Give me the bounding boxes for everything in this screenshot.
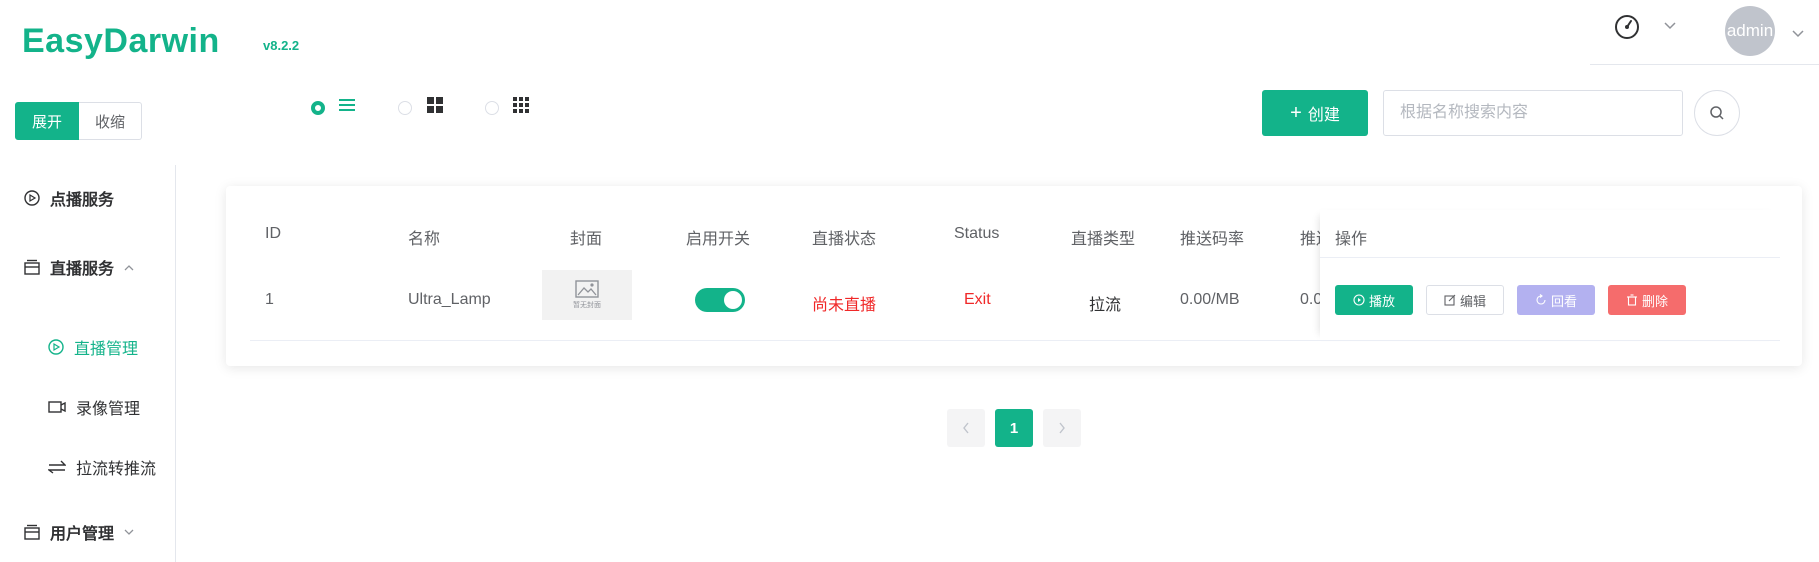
switch-arrows-icon — [48, 460, 66, 474]
sidebar-item-live-management[interactable]: 直播管理 — [48, 335, 138, 359]
avatar[interactable]: admin — [1725, 6, 1775, 56]
column-header-cover: 封面 — [570, 231, 603, 248]
column-header-actions: 操作 — [1335, 231, 1368, 248]
chevron-down-icon — [124, 529, 134, 535]
play-button[interactable]: 播放 — [1335, 285, 1413, 315]
sidebar-item-label: 拉流转推流 — [76, 461, 157, 478]
column-header-enable: 启用开关 — [686, 231, 751, 248]
sidebar-item-label: 直播服务 — [50, 261, 115, 278]
dashboard-gauge-icon[interactable] — [1614, 14, 1640, 40]
create-button-label: 创建 — [1307, 107, 1340, 124]
chevron-right-icon — [1059, 422, 1065, 434]
sidebar-item-recording-management[interactable]: 录像管理 — [48, 395, 140, 419]
list-view-icon[interactable] — [339, 98, 355, 117]
prev-page-button[interactable] — [947, 409, 985, 447]
cell-push-partial: 0.0 — [1300, 291, 1323, 308]
image-placeholder-icon — [575, 280, 599, 298]
chevron-down-icon[interactable] — [1792, 25, 1804, 41]
collapse-button[interactable]: 收缩 — [79, 102, 143, 140]
column-header-live-status: 直播状态 — [812, 231, 877, 248]
view-mode-grid-radio[interactable] — [398, 101, 412, 115]
play-circle-icon — [48, 339, 64, 355]
header-divider — [1320, 257, 1780, 258]
column-header-live-type: 直播类型 — [1071, 231, 1136, 248]
play-circle-icon — [24, 190, 40, 206]
edit-button-label: 编辑 — [1459, 293, 1486, 309]
playback-button[interactable]: 回看 — [1517, 285, 1595, 315]
next-page-button[interactable] — [1043, 409, 1081, 447]
cell-status: Exit — [964, 291, 991, 308]
column-header-id: ID — [265, 225, 281, 242]
cell-name: Ultra_Lamp — [408, 291, 491, 308]
enable-toggle[interactable] — [695, 288, 745, 312]
cell-live-type: 拉流 — [1089, 297, 1122, 314]
app-logo: EasyDarwin — [22, 22, 220, 60]
video-camera-icon — [48, 401, 66, 413]
cell-cover: 暂无封面 — [542, 270, 632, 320]
column-header-bitrate: 推送码率 — [1180, 231, 1245, 248]
view-mode-list-radio[interactable] — [311, 101, 325, 115]
toggle-knob — [724, 291, 742, 309]
folder-icon — [24, 259, 40, 275]
chevron-up-icon — [124, 264, 134, 270]
sidebar-item-label: 用户管理 — [50, 526, 115, 543]
play-button-label: 播放 — [1368, 293, 1395, 309]
sidebar-item-user-management[interactable]: 用户管理 — [24, 520, 134, 544]
cell-id: 1 — [265, 291, 274, 308]
playback-button-label: 回看 — [1550, 293, 1577, 309]
edit-button[interactable]: 编辑 — [1426, 285, 1504, 315]
sidebar-item-live-service[interactable]: 直播服务 — [24, 255, 134, 279]
folder-icon — [24, 524, 40, 540]
cell-live-status: 尚未直播 — [812, 297, 877, 314]
chevron-left-icon — [963, 422, 969, 434]
play-circle-icon — [1353, 294, 1365, 306]
trash-icon — [1626, 294, 1637, 306]
cover-placeholder-text: 暂无封面 — [573, 302, 601, 309]
refresh-icon — [1536, 294, 1546, 305]
column-header-name: 名称 — [408, 231, 441, 248]
app-version: v8.2.2 — [263, 38, 300, 53]
sidebar-item-pull-to-push[interactable]: 拉流转推流 — [48, 455, 156, 479]
expand-button[interactable]: 展开 — [15, 102, 80, 140]
chevron-down-icon[interactable] — [1664, 17, 1676, 33]
cell-bitrate: 0.00/MB — [1180, 291, 1240, 308]
view-mode-dense-grid-radio[interactable] — [485, 101, 499, 115]
page-number-current[interactable]: 1 — [995, 409, 1033, 447]
expand-collapse-group: 展开 收缩 — [15, 102, 143, 140]
plus-icon: + — [1290, 102, 1302, 124]
sidebar-item-label: 直播管理 — [74, 341, 139, 358]
search-button[interactable] — [1694, 90, 1740, 136]
table-row-divider — [250, 340, 1780, 341]
search-icon — [1710, 106, 1724, 120]
dense-grid-view-icon[interactable] — [513, 97, 529, 118]
delete-button[interactable]: 删除 — [1608, 285, 1686, 315]
actions-fixed-column — [1320, 210, 1782, 340]
column-header-status: Status — [954, 225, 1000, 242]
header-divider — [1590, 64, 1819, 65]
create-button[interactable]: + 创建 — [1262, 90, 1368, 136]
sidebar-item-vod-service[interactable]: 点播服务 — [24, 186, 114, 210]
delete-button-label: 删除 — [1641, 293, 1668, 309]
sidebar-divider — [175, 165, 176, 562]
search-input[interactable] — [1383, 90, 1683, 136]
sidebar-item-label: 点播服务 — [50, 192, 115, 209]
sidebar-item-label: 录像管理 — [76, 401, 141, 418]
edit-icon — [1444, 294, 1456, 306]
grid-view-icon[interactable] — [427, 97, 443, 118]
